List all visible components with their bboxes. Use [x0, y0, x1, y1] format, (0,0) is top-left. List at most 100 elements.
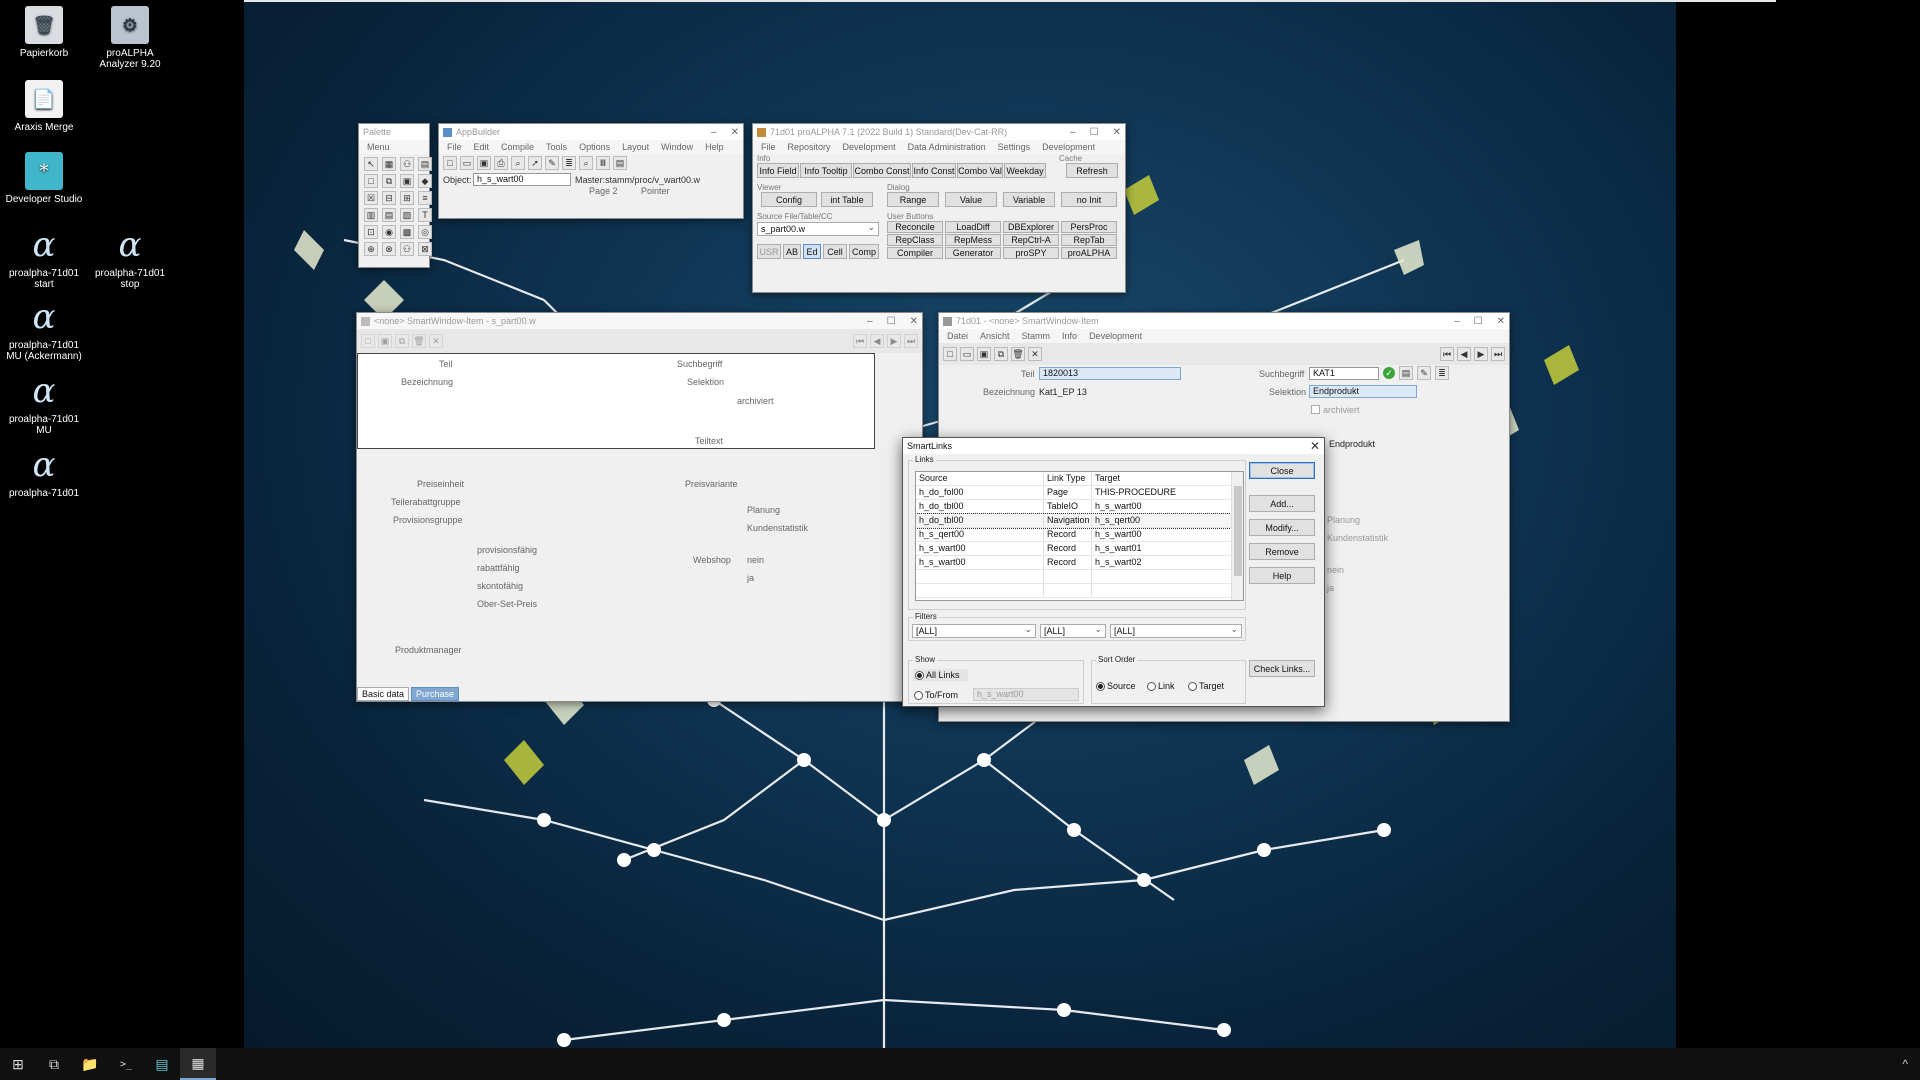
cancel-icon[interactable]: ✕ — [1028, 347, 1042, 361]
archiviert-checkbox[interactable] — [1311, 405, 1320, 414]
column-header-link-type[interactable]: Link Type — [1044, 472, 1092, 485]
table-row[interactable]: h_s_wart00 Record h_s_wart01 — [916, 542, 1243, 556]
check-links-button[interactable]: Check Links... — [1249, 660, 1315, 677]
tool-icon[interactable]: ▧ — [400, 208, 414, 222]
next-record-icon[interactable]: ▶ — [1474, 347, 1488, 361]
browse-tool-icon[interactable]: ▤ — [418, 157, 432, 171]
combo-val-button[interactable]: Combo Val — [957, 163, 1003, 178]
design-window-titlebar[interactable]: <none> SmartWindow-Item - s_part00.w – ☐… — [357, 313, 922, 329]
close-icon[interactable]: ✕ — [1310, 439, 1320, 453]
dbexplorer-button[interactable]: DBExplorer — [1003, 221, 1059, 233]
close-button[interactable]: Close — [1249, 462, 1315, 479]
links-table[interactable]: Source Link Type Target h_do_fol00 Page … — [915, 471, 1244, 601]
tool-icon[interactable]: ≡ — [418, 191, 432, 205]
minimize-icon[interactable]: – — [867, 316, 873, 327]
table-row[interactable]: h_s_qert00 Record h_s_wart00 — [916, 528, 1243, 542]
int-table-button[interactable]: int Table — [821, 192, 873, 207]
scrollbar-thumb[interactable] — [1234, 486, 1242, 576]
desktop-icon-proalpha-stop[interactable]: α proalpha-71d01 stop — [88, 226, 172, 291]
usr-button[interactable]: USR — [757, 244, 781, 259]
list-document-icon[interactable]: ≣ — [1435, 366, 1449, 380]
refresh-button[interactable]: Refresh — [1066, 163, 1118, 178]
close-icon[interactable]: ✕ — [1113, 127, 1121, 138]
minimize-icon[interactable]: – — [1070, 127, 1076, 138]
desktop-icon-araxis-merge[interactable]: 📄 Araxis Merge — [2, 80, 86, 133]
desktop-icon-proalpha[interactable]: α proalpha-71d01 — [2, 446, 86, 500]
table-row[interactable]: h_do_tbl00 TableIO h_s_wart00 — [916, 500, 1243, 514]
close-icon[interactable]: ✕ — [910, 316, 918, 327]
table-scrollbar[interactable] — [1231, 472, 1243, 600]
save-icon[interactable]: ▣ — [977, 347, 991, 361]
weekday-button[interactable]: Weekday — [1004, 163, 1046, 178]
proalpha-button[interactable]: proALPHA — [1061, 247, 1117, 259]
close-icon[interactable]: ✕ — [731, 127, 739, 138]
save-icon[interactable]: ▣ — [378, 334, 392, 348]
ed-button[interactable]: Ed — [803, 244, 821, 259]
tray-chevron-icon[interactable]: ^ — [1902, 1057, 1920, 1071]
pointer-tool-icon[interactable]: ↖ — [364, 157, 378, 171]
column-header-source[interactable]: Source — [916, 472, 1044, 485]
prev-record-icon[interactable]: ◀ — [870, 334, 884, 348]
menu-development-2[interactable]: Development — [1042, 142, 1095, 152]
bars-icon[interactable]: Ⅲ — [596, 156, 610, 170]
suchbegriff-field[interactable]: KAT1 — [1309, 367, 1379, 380]
copy-icon[interactable]: ⧉ — [994, 347, 1008, 361]
last-record-icon[interactable]: ⏭ — [1491, 347, 1505, 361]
new-icon[interactable]: □ — [443, 156, 457, 170]
menu-options[interactable]: Options — [579, 142, 610, 152]
text-tool-icon[interactable]: T — [418, 208, 432, 222]
document-icon[interactable]: ▤ — [1399, 366, 1413, 380]
loaddiff-button[interactable]: LoadDiff — [945, 221, 1001, 233]
config-button[interactable]: Config — [761, 192, 817, 207]
teil-field[interactable]: 1820013 — [1039, 367, 1181, 380]
checkbox-tool-icon[interactable]: ☒ — [364, 191, 378, 205]
menu-layout[interactable]: Layout — [622, 142, 649, 152]
tab-basic-data[interactable]: Basic data — [357, 687, 410, 701]
desktop-icon-developer-studio[interactable]: * Developer Studio — [2, 152, 86, 205]
menu-ansicht[interactable]: Ansicht — [980, 331, 1010, 341]
frame-tool-icon[interactable]: □ — [364, 174, 378, 188]
minimize-icon[interactable]: – — [711, 127, 717, 138]
maximize-icon[interactable]: ☐ — [1090, 127, 1099, 138]
tool-icon[interactable]: ◎ — [418, 225, 432, 239]
filter-source-select[interactable]: [ALL] — [912, 623, 1036, 638]
close-icon[interactable]: ✕ — [1497, 316, 1505, 327]
new-icon[interactable]: □ — [943, 347, 957, 361]
object-field[interactable]: h_s_wart00 — [473, 173, 571, 186]
next-record-icon[interactable]: ▶ — [887, 334, 901, 348]
header-frame[interactable] — [357, 353, 875, 449]
properties-icon[interactable]: ▤ — [613, 156, 627, 170]
list-icon[interactable]: ≣ — [562, 156, 576, 170]
proalpha-app-icon[interactable]: ▦ — [180, 1048, 216, 1080]
menu-file[interactable]: File — [447, 142, 462, 152]
menu-tools[interactable]: Tools — [546, 142, 567, 152]
menu-repository[interactable]: Repository — [788, 142, 831, 152]
show-all-links-radio[interactable]: All Links — [914, 669, 968, 681]
palette-titlebar[interactable]: Palette — [359, 124, 429, 140]
prev-record-icon[interactable]: ◀ — [1457, 347, 1471, 361]
add-button[interactable]: Add... — [1249, 495, 1315, 512]
range-button[interactable]: Range — [887, 192, 939, 207]
edit-icon[interactable]: ✎ — [545, 156, 559, 170]
tool-icon[interactable]: ⊠ — [418, 242, 432, 256]
info-tooltip-button[interactable]: Info Tooltip — [800, 163, 852, 178]
table-row-selected[interactable]: h_do_tbl00 Navigation h_s_qert00 — [916, 513, 1243, 529]
print-icon[interactable]: ⎙ — [494, 156, 508, 170]
column-header-target[interactable]: Target — [1092, 472, 1232, 485]
new-icon[interactable]: □ — [361, 334, 375, 348]
palette-menu[interactable]: Menu — [367, 142, 390, 152]
show-tofrom-radio[interactable]: To/From — [914, 690, 958, 700]
tab-purchase[interactable]: Purchase — [411, 687, 460, 701]
tool-icon[interactable]: ⧉ — [382, 174, 396, 188]
dev-tool-titlebar[interactable]: 71d01 proALPHA 7.1 (2022 Build 1) Standa… — [753, 124, 1125, 140]
image-tool-icon[interactable]: ▣ — [400, 174, 414, 188]
menu-development[interactable]: Development — [843, 142, 896, 152]
desktop-icon-analyzer[interactable]: ⚙ proALPHA Analyzer 9.20 — [88, 6, 172, 70]
sort-link-radio[interactable]: Link — [1147, 681, 1175, 691]
value-button[interactable]: Value — [945, 192, 997, 207]
tool-icon[interactable]: ⚇ — [400, 242, 414, 256]
run-icon[interactable]: ➚ — [528, 156, 542, 170]
menu-info[interactable]: Info — [1062, 331, 1077, 341]
open-icon[interactable]: ▭ — [960, 347, 974, 361]
repclass-button[interactable]: RepClass — [887, 234, 943, 246]
